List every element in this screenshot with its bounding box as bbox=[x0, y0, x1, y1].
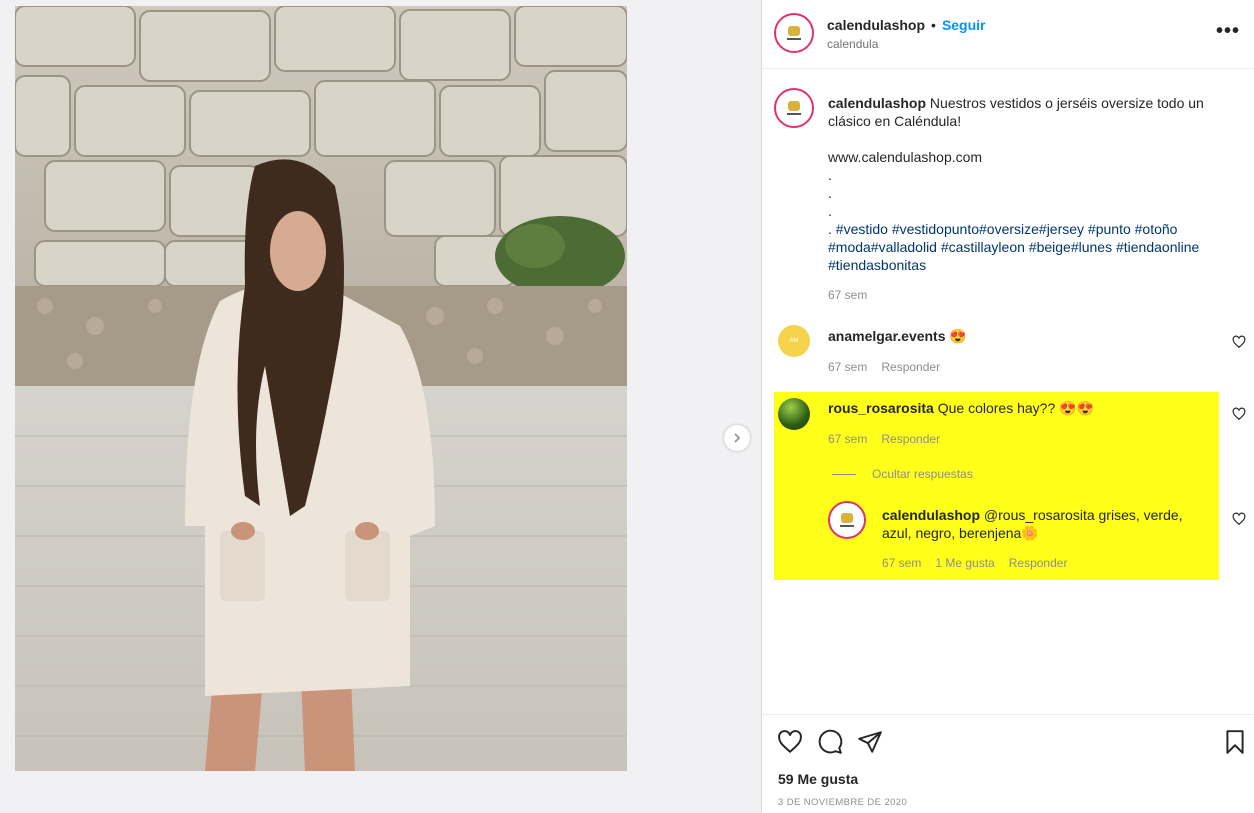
caption-avatar[interactable] bbox=[774, 88, 814, 128]
comment-meta: 67 sem Responder bbox=[828, 432, 954, 446]
photo-illustration bbox=[15, 6, 627, 771]
comment-meta: 67 sem Responder bbox=[828, 360, 954, 374]
follow-button[interactable]: Seguir bbox=[942, 17, 986, 33]
reply-time[interactable]: 67 sem bbox=[882, 556, 921, 570]
next-photo-button[interactable] bbox=[724, 425, 750, 451]
caption-dot: . bbox=[828, 185, 832, 201]
caption-username[interactable]: calendulashop bbox=[828, 95, 926, 111]
post-viewer: calendulashop • Seguir calendula ••• calen… bbox=[0, 0, 1254, 813]
divider-line bbox=[832, 473, 856, 475]
paper-plane-icon[interactable] bbox=[857, 729, 883, 755]
post-actions: 59 Me gusta 3 DE NOVIEMBRE DE 2020 bbox=[762, 714, 1254, 813]
reply-button[interactable]: Responder bbox=[881, 432, 940, 446]
likes-count[interactable]: 59 Me gusta bbox=[778, 771, 858, 787]
photo-area bbox=[0, 0, 761, 813]
bookmark-icon[interactable] bbox=[1222, 729, 1248, 755]
reply-meta: 67 sem 1 Me gusta Responder bbox=[882, 556, 1081, 570]
reply-username[interactable]: calendulashop bbox=[882, 507, 980, 523]
post-photo[interactable] bbox=[15, 6, 627, 771]
hashtag-prefix: . bbox=[828, 221, 836, 237]
comment-text: Que colores hay?? 😍😍 bbox=[937, 400, 1094, 416]
reply-like-icon[interactable] bbox=[1232, 512, 1246, 526]
caption-link: www.calendulashop.com bbox=[828, 149, 983, 165]
comment-username[interactable]: rous_rosarosita bbox=[828, 400, 934, 416]
comment-text: 😍 bbox=[949, 328, 967, 344]
highlighted-thread bbox=[774, 392, 1219, 580]
reply-button[interactable]: Responder bbox=[1009, 556, 1068, 570]
comment-item: anamelgar.events 😍 bbox=[828, 327, 967, 345]
comment-item: rous_rosarosita Que colores hay?? 😍😍 bbox=[828, 399, 1094, 417]
location-label[interactable]: calendula bbox=[827, 37, 878, 51]
post-side-panel: calendulashop • Seguir calendula ••• calen… bbox=[761, 0, 1254, 813]
reply-likes[interactable]: 1 Me gusta bbox=[935, 556, 994, 570]
separator-dot: • bbox=[931, 17, 936, 33]
hide-replies-button[interactable]: Ocultar respuestas bbox=[832, 467, 973, 481]
reply-button[interactable]: Responder bbox=[881, 360, 940, 374]
comment-like-icon[interactable] bbox=[1232, 335, 1246, 349]
hashtags-line-1[interactable]: #vestido #vestidopunto#oversize#jersey #… bbox=[836, 221, 1178, 237]
comment-time[interactable]: 67 sem bbox=[828, 360, 867, 374]
comment-username[interactable]: anamelgar.events bbox=[828, 328, 946, 344]
header-username[interactable]: calendulashop bbox=[827, 17, 925, 33]
heart-icon[interactable] bbox=[777, 729, 803, 755]
comment-avatar[interactable] bbox=[778, 398, 810, 430]
caption-hashtags: . #vestido #vestidopunto#oversize#jersey… bbox=[828, 220, 1238, 238]
hide-replies-label: Ocultar respuestas bbox=[872, 467, 973, 481]
comment-time[interactable]: 67 sem bbox=[828, 432, 867, 446]
hashtags-line-3[interactable]: #tiendasbonitas bbox=[828, 256, 1238, 274]
caption-dot: . bbox=[828, 167, 832, 183]
hashtags-line-2[interactable]: #moda#valladolid #castillayleon #beige#l… bbox=[828, 238, 1238, 256]
more-options-icon[interactable]: ••• bbox=[1216, 20, 1240, 43]
chevron-right-icon bbox=[734, 433, 741, 443]
post-header: calendulashop • Seguir calendula ••• bbox=[762, 0, 1254, 69]
speech-bubble-icon[interactable] bbox=[817, 729, 843, 755]
comment-like-icon[interactable] bbox=[1232, 407, 1246, 421]
post-caption: calendulashop Nuestros vestidos o jerséi… bbox=[828, 94, 1238, 274]
caption-dot: . bbox=[828, 203, 832, 219]
caption-time[interactable]: 67 sem bbox=[828, 288, 867, 302]
post-date: 3 DE NOVIEMBRE DE 2020 bbox=[778, 797, 908, 808]
reply-item: calendulashop @rous_rosarosita grises, v… bbox=[882, 506, 1202, 542]
comment-avatar[interactable]: AM bbox=[778, 325, 810, 357]
profile-avatar[interactable] bbox=[774, 13, 814, 53]
header-user-line: calendulashop • Seguir bbox=[827, 17, 986, 33]
reply-avatar[interactable] bbox=[828, 501, 866, 539]
